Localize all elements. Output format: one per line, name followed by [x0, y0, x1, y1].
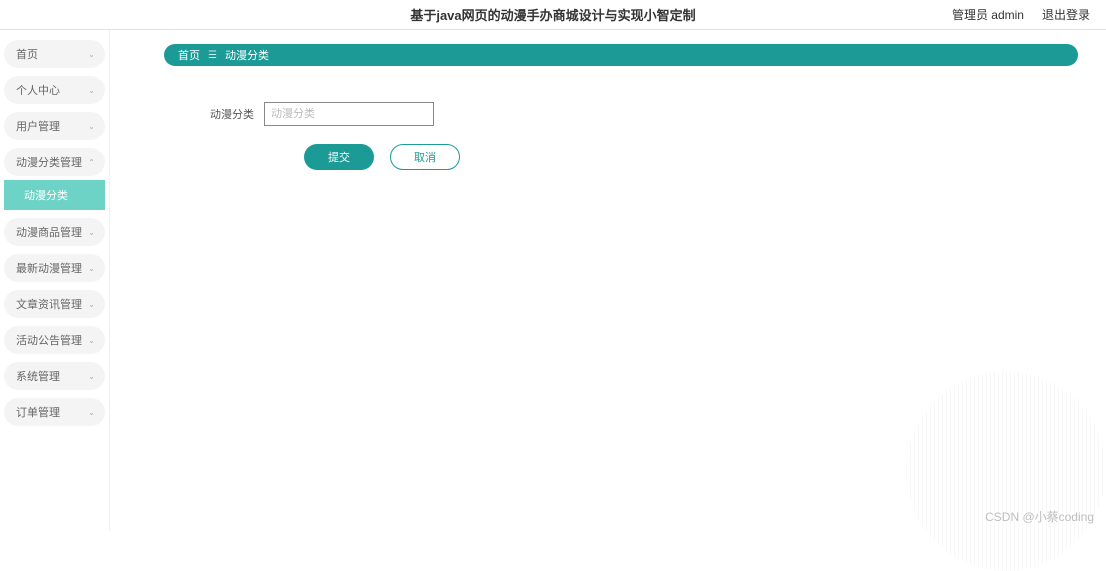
sidebar-item-event-mgmt[interactable]: 活动公告管理 ⌄: [4, 326, 105, 354]
breadcrumb-separator-icon: ☰: [208, 50, 217, 61]
submit-button[interactable]: 提交: [304, 144, 374, 170]
sidebar-item-system-mgmt[interactable]: 系统管理 ⌄: [4, 362, 105, 390]
chevron-down-icon: ⌄: [88, 264, 95, 273]
breadcrumb-home[interactable]: 首页: [178, 47, 200, 63]
sidebar-item-product-mgmt[interactable]: 动漫商品管理 ⌄: [4, 218, 105, 246]
main-content: 首页 ☰ 动漫分类 动漫分类 提交 取消: [110, 30, 1106, 531]
sidebar-item-label: 动漫商品管理: [16, 224, 82, 240]
page-title: 基于java网页的动漫手办商城设计与实现小智定制: [410, 5, 695, 24]
form-area: 动漫分类 提交 取消: [210, 102, 1078, 170]
sidebar-subitem-category[interactable]: 动漫分类: [4, 180, 105, 210]
sidebar-item-label: 系统管理: [16, 368, 60, 384]
sidebar-item-label: 个人中心: [16, 82, 60, 98]
sidebar-item-label: 动漫分类管理: [16, 154, 82, 170]
header-right: 管理员 admin 退出登录: [952, 6, 1090, 23]
sidebar-item-label: 活动公告管理: [16, 332, 82, 348]
chevron-down-icon: ⌄: [88, 228, 95, 237]
chevron-down-icon: ⌄: [88, 372, 95, 381]
sidebar-item-order-mgmt[interactable]: 订单管理 ⌄: [4, 398, 105, 426]
decorative-circle: [906, 371, 1106, 571]
chevron-down-icon: ⌄: [88, 408, 95, 417]
chevron-down-icon: ⌄: [88, 50, 95, 59]
sidebar-item-label: 首页: [16, 46, 38, 62]
chevron-down-icon: ⌄: [88, 300, 95, 309]
cancel-button[interactable]: 取消: [390, 144, 460, 170]
sidebar-item-category-mgmt[interactable]: 动漫分类管理 ⌃: [4, 148, 105, 176]
sidebar: 首页 ⌄ 个人中心 ⌄ 用户管理 ⌄ 动漫分类管理 ⌃ 动漫分类 动漫商品管理 …: [0, 30, 110, 531]
sidebar-item-label: 最新动漫管理: [16, 260, 82, 276]
sidebar-item-label: 动漫分类: [24, 187, 68, 203]
breadcrumb-current: 动漫分类: [225, 47, 269, 63]
sidebar-item-profile[interactable]: 个人中心 ⌄: [4, 76, 105, 104]
sidebar-item-latest-mgmt[interactable]: 最新动漫管理 ⌄: [4, 254, 105, 282]
form-row-category: 动漫分类: [210, 102, 1078, 126]
sidebar-item-users[interactable]: 用户管理 ⌄: [4, 112, 105, 140]
chevron-up-icon: ⌃: [88, 158, 95, 167]
sidebar-item-article-mgmt[interactable]: 文章资讯管理 ⌄: [4, 290, 105, 318]
sidebar-item-label: 用户管理: [16, 118, 60, 134]
category-input[interactable]: [264, 102, 434, 126]
button-row: 提交 取消: [304, 144, 1078, 170]
sidebar-item-label: 订单管理: [16, 404, 60, 420]
chevron-down-icon: ⌄: [88, 336, 95, 345]
chevron-down-icon: ⌄: [88, 122, 95, 131]
header: 基于java网页的动漫手办商城设计与实现小智定制 管理员 admin 退出登录: [0, 0, 1106, 30]
sidebar-item-label: 文章资讯管理: [16, 296, 82, 312]
sidebar-item-home[interactable]: 首页 ⌄: [4, 40, 105, 68]
admin-label[interactable]: 管理员 admin: [952, 6, 1024, 23]
chevron-down-icon: ⌄: [88, 86, 95, 95]
breadcrumb: 首页 ☰ 动漫分类: [164, 44, 1078, 66]
form-label-category: 动漫分类: [210, 106, 254, 122]
logout-link[interactable]: 退出登录: [1042, 6, 1090, 23]
watermark: CSDN @小蔡coding: [985, 508, 1094, 525]
